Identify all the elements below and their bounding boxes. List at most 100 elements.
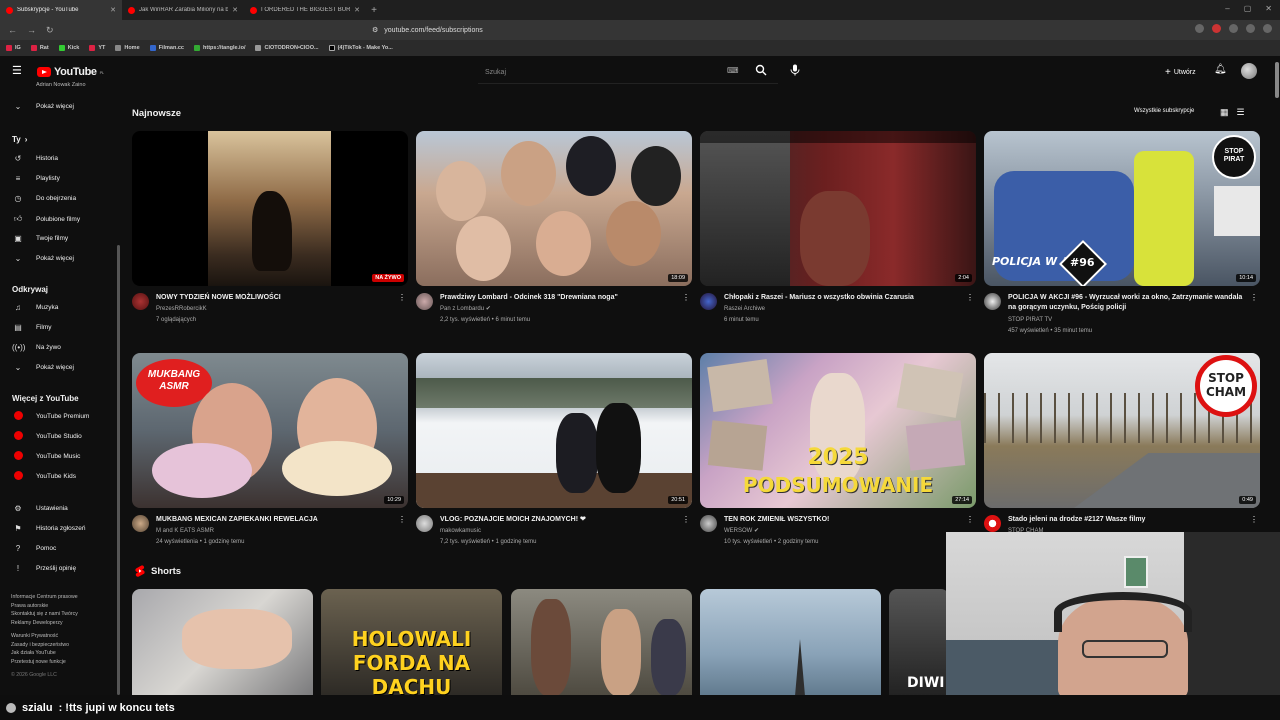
channel-avatar[interactable] <box>132 293 149 310</box>
close-icon[interactable]: ✕ <box>232 6 238 14</box>
video-title[interactable]: Stado jeleni na drodze #2127 Wasze filmy <box>1008 515 1248 525</box>
sidebar-item-show-more[interactable]: ⌄ Pokaż więcej <box>12 254 74 263</box>
sidebar-item-music[interactable]: ♫ Muzyka <box>12 303 58 312</box>
sidebar-item-youtube-premium[interactable]: YouTube Premium <box>12 411 89 422</box>
bookmark-item[interactable]: YT <box>89 45 105 51</box>
notifications-bell-icon[interactable]: 🔔︎ <box>1214 64 1227 75</box>
sidebar-item-youtube-music[interactable]: YouTube Music <box>12 451 80 462</box>
list-view-icon[interactable]: ☰ <box>1237 107 1245 118</box>
bookmark-item[interactable]: Kick <box>58 45 79 51</box>
more-options-icon[interactable]: ⋮ <box>398 293 406 302</box>
video-title[interactable]: MUKBANG MEXICAN ZAPIEKANKI REWELACJA <box>156 515 396 525</box>
sidebar-item-playlists[interactable]: ≡ Playlisty <box>12 174 60 183</box>
sidebar-item-watch-later[interactable]: ◷ Do obejrzenia <box>12 194 77 203</box>
back-icon[interactable]: ← <box>8 25 17 36</box>
channel-avatar[interactable] <box>416 293 433 310</box>
short-card[interactable]: HOLOWALI FORDA NA DACHU <box>321 589 502 696</box>
you-section-header[interactable]: Ty › <box>12 135 27 144</box>
extension-icon[interactable] <box>1195 24 1204 33</box>
bookmark-item[interactable]: (4)TikTok - Make Yo... <box>328 45 393 51</box>
bookmark-item[interactable]: Filman.cc <box>149 45 184 51</box>
video-thumbnail[interactable]: NA ŻYWO <box>132 131 408 286</box>
channel-name[interactable]: STOP PIRAT TV <box>1008 315 1052 326</box>
sidebar-item-youtube-studio[interactable]: YouTube Studio <box>12 431 82 442</box>
video-thumbnail[interactable]: 18:09 <box>416 131 692 286</box>
video-title[interactable]: Chłopaki z Raszei - Mariusz o wszystko o… <box>724 293 964 303</box>
reload-icon[interactable]: ↻ <box>46 25 54 36</box>
video-thumbnail[interactable]: 2025 PODSUMOWANIE 27:14 <box>700 353 976 508</box>
video-thumbnail[interactable]: STOP CHAM 0:49 <box>984 353 1260 508</box>
sidebar-item-history[interactable]: ↺ Historia <box>12 154 58 163</box>
site-info-icon[interactable]: ⚙ <box>372 26 378 34</box>
sidebar-item-show-more-explore[interactable]: ⌄ Pokaż więcej <box>12 363 74 372</box>
subscription-channel-partial[interactable]: Adrian Nowak Zaino <box>36 82 86 88</box>
sidebar-item-feedback[interactable]: ! Prześlij opinię <box>12 564 76 573</box>
bookmark-item[interactable]: CIOTODRON•CIOO... <box>255 45 319 51</box>
short-card[interactable] <box>700 589 881 696</box>
sidebar-item-report-history[interactable]: ⚑ Historia zgłoszeń <box>12 524 85 533</box>
search-icon[interactable] <box>755 64 767 79</box>
more-options-icon[interactable]: ⋮ <box>966 293 974 302</box>
forward-icon[interactable]: → <box>27 25 36 36</box>
bookmark-item[interactable]: Rat <box>30 45 49 51</box>
all-subscriptions-button[interactable]: Wszystkie subskrypcje <box>1134 108 1194 114</box>
channel-avatar[interactable] <box>416 515 433 532</box>
more-options-icon[interactable]: ⋮ <box>682 293 690 302</box>
menu-icon[interactable]: ☰ <box>12 66 23 77</box>
video-thumbnail[interactable]: POLICJA W AKCJI #96 STOP PIRAT 10:14 <box>984 131 1260 286</box>
more-options-icon[interactable]: ⋮ <box>1250 515 1258 524</box>
new-tab-icon[interactable]: + <box>366 5 382 16</box>
url-field[interactable]: ⚙ youtube.com/feed/subscriptions <box>372 24 912 36</box>
menu-icon[interactable] <box>1263 24 1272 33</box>
bookmark-item[interactable]: https://tangle.io/ <box>194 45 245 51</box>
video-thumbnail[interactable]: 20:51 <box>416 353 692 508</box>
sidebar-item-liked[interactable]: 👍︎ Polubione filmy <box>12 214 80 224</box>
maximize-icon[interactable]: ▢ <box>1244 4 1252 13</box>
sidebar-item-settings[interactable]: ⚙ Ustawienia <box>12 504 67 513</box>
tab-subscriptions[interactable]: Subskrypcje - YouTube ✕ <box>0 0 122 20</box>
short-card[interactable] <box>511 589 692 696</box>
more-options-icon[interactable]: ⋮ <box>682 515 690 524</box>
channel-avatar[interactable] <box>132 515 149 532</box>
video-title[interactable]: TEN ROK ZMIENIŁ WSZYSTKO! <box>724 515 964 525</box>
channel-avatar[interactable] <box>984 293 1001 310</box>
sidebar-item-movies[interactable]: ▤ Filmy <box>12 323 51 332</box>
create-button[interactable]: + Utwórz <box>1159 64 1202 81</box>
video-title[interactable]: POLICJA W AKCJI #96 - Wyrzucał worki za … <box>1008 293 1248 313</box>
avatar[interactable] <box>1241 63 1257 79</box>
video-title[interactable]: NOWY TYDZIEŃ NOWE MOŻLIWOŚCI <box>156 293 396 303</box>
grid-view-icon[interactable]: ▦ <box>1220 107 1229 118</box>
channel-avatar[interactable] <box>700 515 717 532</box>
close-icon[interactable]: ✕ <box>354 6 360 14</box>
channel-name[interactable]: M and K EATS ASMR <box>156 526 214 537</box>
channel-name[interactable]: Raszei Archiwe <box>724 304 765 315</box>
short-card[interactable]: DIWI <box>889 589 949 696</box>
bookmark-item[interactable]: IG <box>6 45 21 51</box>
youtube-logo[interactable]: YouTube PL <box>37 66 104 78</box>
bookmark-item[interactable]: Home <box>115 45 140 51</box>
channel-avatar[interactable] <box>700 293 717 310</box>
channel-name[interactable]: Pan z Lombardu ✔ <box>440 304 491 315</box>
keyboard-icon[interactable]: ⌨ <box>727 66 739 75</box>
video-title[interactable]: VLOG: POZNAJCIE MOICH ZNAJOMYCH! ❤ <box>440 515 680 525</box>
tab-burger[interactable]: I ORDERED THE BIGGEST BURGER IN...✕ <box>244 0 366 20</box>
page-scrollbar[interactable] <box>1275 62 1279 98</box>
tab-winrar[interactable]: Jak WinRAR Zarabia Miliony na bycz...✕ <box>122 0 244 20</box>
sidebar-item-help[interactable]: ? Pomoc <box>12 544 56 553</box>
sidebar-item-youtube-kids[interactable]: YouTube Kids <box>12 471 76 482</box>
channel-name[interactable]: WERSOW ✔ <box>724 526 759 537</box>
close-window-icon[interactable]: ✕ <box>1265 4 1272 13</box>
short-card[interactable] <box>132 589 313 696</box>
more-options-icon[interactable]: ⋮ <box>398 515 406 524</box>
sidebar-scrollbar[interactable] <box>117 245 120 695</box>
channel-avatar[interactable] <box>984 515 1001 532</box>
close-icon[interactable]: ✕ <box>110 6 116 14</box>
more-options-icon[interactable]: ⋮ <box>966 515 974 524</box>
channel-name[interactable]: makowkamusic <box>440 526 481 537</box>
video-thumbnail[interactable]: MUKBANG ASMR 10:29 <box>132 353 408 508</box>
sidebar-item-your-videos[interactable]: ▣ Twoje filmy <box>12 234 68 243</box>
microphone-icon[interactable] <box>790 64 800 79</box>
channel-name[interactable]: PrezesRRobercikK <box>156 304 207 315</box>
video-thumbnail[interactable]: 2:04 <box>700 131 976 286</box>
extension-icon[interactable] <box>1212 24 1221 33</box>
